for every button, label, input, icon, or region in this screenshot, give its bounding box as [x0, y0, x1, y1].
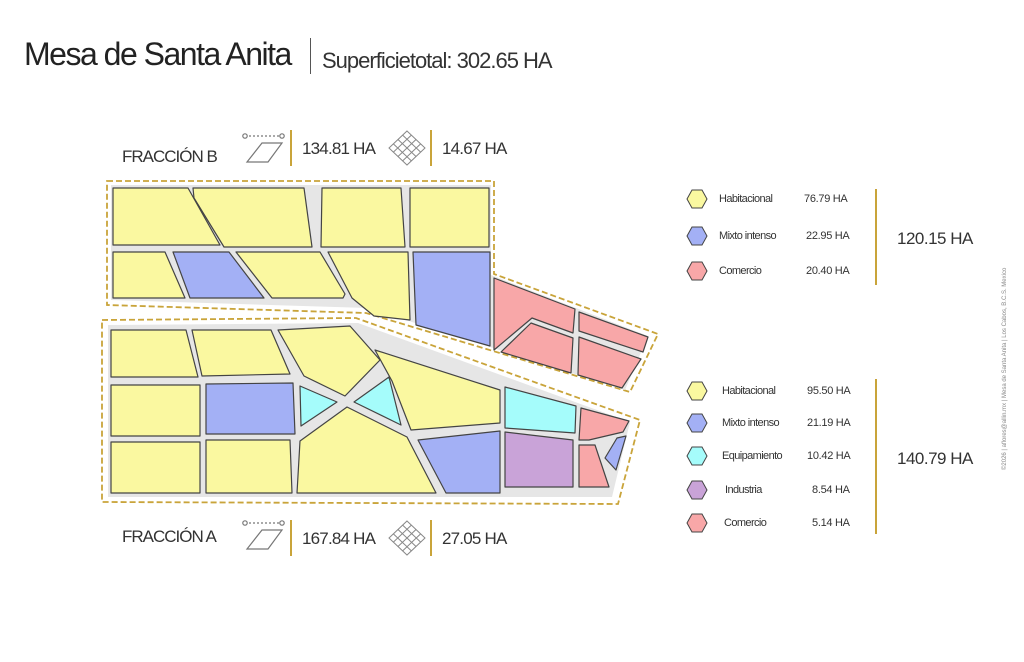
legend-a-value-industria: 8.54 HA [812, 484, 850, 496]
legend-a-label-mixto-intenso: Mixto intenso [722, 417, 780, 429]
polygon-area-icon [242, 133, 285, 163]
legend-b-value-habitacional: 76.79 HA [804, 193, 848, 205]
divider [290, 130, 292, 166]
site-map [101, 130, 660, 556]
legend-a-total: 140.79 HA [897, 449, 973, 468]
lot-habitacional [205, 439, 293, 494]
lot-mixto-intenso [205, 382, 296, 435]
legend-b-label-habitacional: Habitacional [719, 193, 773, 205]
polygon-area-icon [242, 520, 285, 550]
lot-industria [504, 431, 574, 488]
divider [430, 130, 432, 166]
lot-habitacional [320, 187, 406, 248]
fraccion-a-label: FRACCIÓN A [122, 527, 217, 546]
legend-a-label-industria: Industria [725, 484, 762, 496]
lot-mixto-intenso [412, 251, 491, 347]
lots-grid-icon [388, 520, 426, 556]
divider [290, 520, 292, 556]
credit-text: ©2026 | aflores@allin.mx | Mesa de Santa… [1002, 267, 1008, 470]
legend-a-value-equipamiento: 10.42 HA [807, 450, 851, 462]
legend-a-value-comercio: 5.14 HA [812, 517, 850, 529]
legend-b-divider [875, 189, 877, 285]
legend-a-value-habitacional: 95.50 HA [807, 385, 851, 397]
fraccion-b-lots: 14.67 HA [442, 139, 507, 158]
divider [430, 520, 432, 556]
legend-a-value-mixto-intenso: 21.19 HA [807, 417, 851, 429]
legend-b-value-comercio: 20.40 HA [806, 265, 850, 277]
fraccion-b-label: FRACCIÓN B [122, 147, 218, 166]
lots-grid-icon [388, 130, 426, 166]
legend-b-label-comercio: Comercio [719, 265, 762, 277]
fraccion-a-area: 167.84 HA [302, 529, 376, 548]
legend-b-label-mixto-intenso: Mixto intenso [719, 230, 777, 242]
legend-a-divider [875, 379, 877, 534]
legend-b-value-mixto-intenso: 22.95 HA [806, 230, 850, 242]
legend-a-label-equipamiento: Equipamiento [722, 450, 783, 462]
lot-habitacional [409, 187, 490, 248]
fraccion-a-lots: 27.05 HA [442, 529, 507, 548]
legend-a-label-habitacional: Habitacional [722, 385, 776, 397]
legend-a-label-comercio: Comercio [724, 517, 767, 529]
legend-b-total: 120.15 HA [897, 229, 973, 248]
lot-habitacional [110, 384, 201, 437]
lot-habitacional [110, 329, 199, 378]
fraccion-b-area: 134.81 HA [302, 139, 376, 158]
lot-habitacional [110, 441, 201, 494]
